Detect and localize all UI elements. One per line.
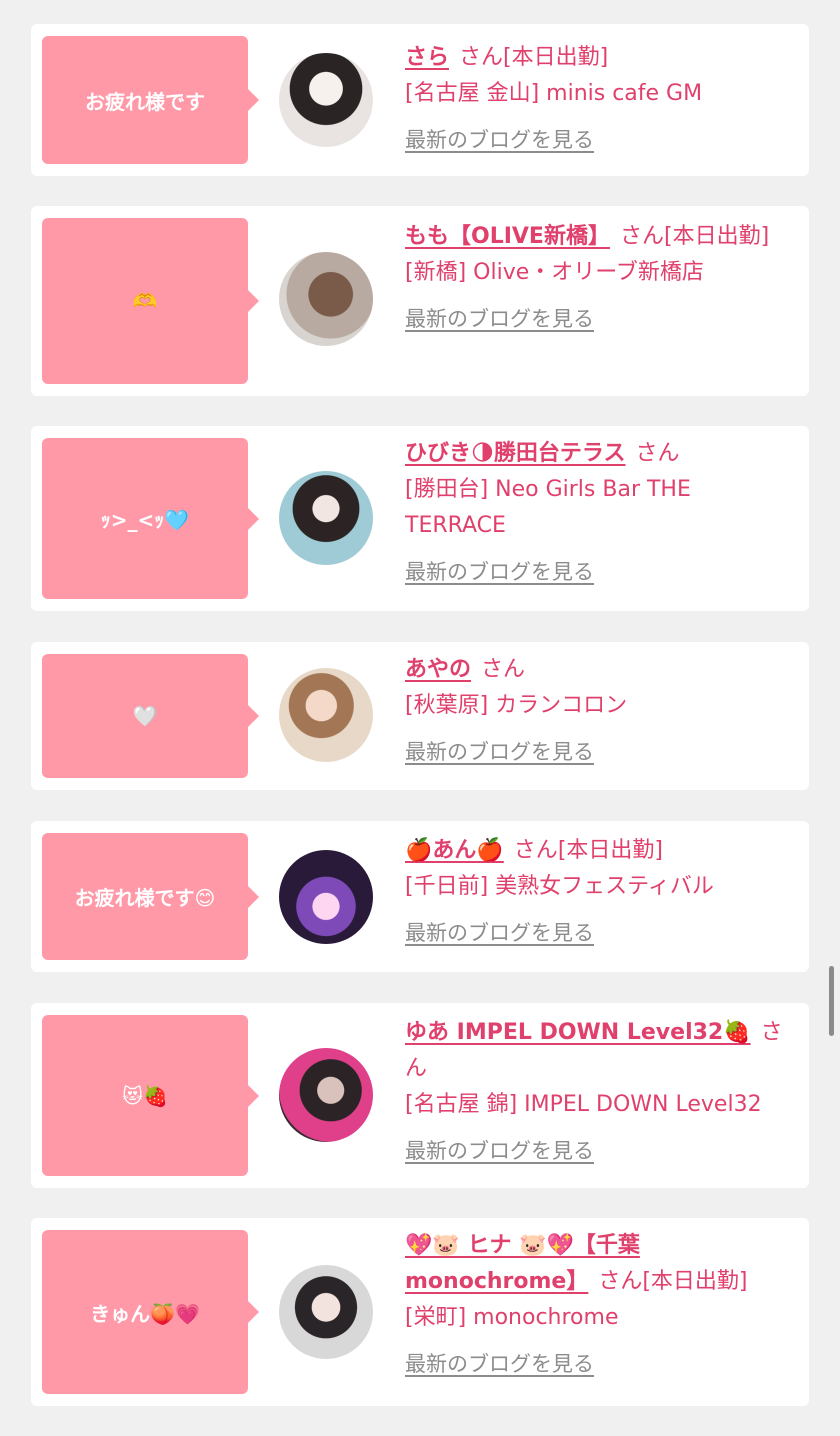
girl-card: 😻🍓 ゆあ IMPEL DOWN Level32🍓 さん [名古屋 錦] IMPE…: [31, 1003, 809, 1188]
girl-name-link[interactable]: ゆあ IMPEL DOWN Level32🍓: [405, 1020, 751, 1045]
shop-name: [名古屋 金山] minis cafe GM: [405, 81, 703, 106]
message-bubble: お疲れ様です: [42, 36, 259, 164]
attendance-status: [本日出勤]: [557, 838, 663, 863]
latest-blog-link[interactable]: 最新のブログを見る: [405, 122, 594, 158]
latest-blog-link[interactable]: 最新のブログを見る: [405, 554, 594, 590]
girl-name-link[interactable]: さら: [405, 45, 449, 70]
girl-name-link[interactable]: あやの: [405, 657, 471, 682]
latest-blog-link[interactable]: 最新のブログを見る: [405, 915, 594, 951]
san-suffix: さん: [459, 45, 504, 70]
girl-name-link[interactable]: 🍎あん🍎: [405, 838, 504, 863]
latest-blog-link[interactable]: 最新のブログを見る: [405, 301, 594, 337]
girl-card: ｯ>_<ｯ🩵 ひびき🌗勝田台テラス さん [勝田台] Neo Girls Bar …: [31, 426, 809, 611]
message-text: 😻🍓: [122, 1083, 168, 1108]
avatar[interactable]: [279, 471, 373, 565]
shop-name: [名古屋 錦] IMPEL DOWN Level32: [405, 1092, 762, 1117]
shop-name: [新橋] Olive・オリーブ新橋店: [405, 260, 704, 285]
message-text: 🤍: [132, 704, 158, 728]
girl-card: お疲れ様です😊 🍎あん🍎 さん[本日出勤] [千日前] 美熟女フェスティバル 最新…: [31, 821, 809, 972]
message-text: 🫶: [132, 289, 158, 313]
message-text: お疲れ様です😊: [74, 886, 216, 910]
avatar[interactable]: [279, 1265, 373, 1359]
attendance-status: [本日出勤]: [663, 224, 770, 249]
message-bubble: お疲れ様です😊: [42, 833, 259, 960]
message-bubble: 🫶: [42, 218, 259, 384]
attendance-status: [本日出勤]: [503, 45, 609, 70]
girl-card: きゅん🍑💗 💖🐷 ヒナ 🐷💖【千葉monochrome】 さん[本日出勤] [栄町…: [31, 1218, 809, 1406]
avatar[interactable]: [279, 668, 373, 762]
avatar[interactable]: [279, 1048, 373, 1142]
san-suffix: さん: [598, 1269, 643, 1294]
girl-name-link[interactable]: ひびき🌗勝田台テラス: [405, 441, 626, 466]
message-bubble: 🤍: [42, 654, 259, 778]
message-bubble: 😻🍓: [42, 1015, 259, 1176]
shop-name: [秋葉原] カランコロン: [405, 693, 628, 718]
avatar[interactable]: [279, 53, 373, 147]
san-suffix: さん: [619, 224, 664, 249]
avatar[interactable]: [279, 850, 373, 944]
shop-name: [勝田台] Neo Girls Bar THE TERRACE: [405, 477, 691, 538]
message-text: ｯ>_<ｯ🩵: [100, 508, 190, 532]
san-suffix: さん: [481, 657, 526, 682]
girl-name-link[interactable]: もも【OLIVE新橋】: [405, 224, 610, 249]
message-bubble: ｯ>_<ｯ🩵: [42, 438, 259, 599]
message-bubble: きゅん🍑💗: [42, 1230, 259, 1394]
girl-card: お疲れ様です さら さん[本日出勤] [名古屋 金山] minis cafe GM…: [31, 24, 809, 176]
avatar[interactable]: [279, 252, 373, 346]
san-suffix: さん: [513, 838, 558, 863]
latest-blog-link[interactable]: 最新のブログを見る: [405, 734, 594, 770]
shop-name: [千日前] 美熟女フェスティバル: [405, 874, 714, 899]
girl-card: 🫶 もも【OLIVE新橋】 さん[本日出勤] [新橋] Olive・オリーブ新橋店…: [31, 206, 809, 396]
message-text: きゅん🍑💗: [90, 1301, 200, 1326]
latest-blog-link[interactable]: 最新のブログを見る: [405, 1133, 594, 1169]
scrollbar[interactable]: [829, 966, 834, 1036]
san-suffix: さん: [635, 441, 680, 466]
attendance-status: [本日出勤]: [642, 1269, 748, 1294]
message-text: お疲れ様です: [85, 89, 205, 114]
latest-blog-link[interactable]: 最新のブログを見る: [405, 1346, 594, 1382]
girl-card: 🤍 あやの さん [秋葉原] カランコロン 最新のブログを見る: [31, 642, 809, 790]
shop-name: [栄町] monochrome: [405, 1305, 619, 1330]
